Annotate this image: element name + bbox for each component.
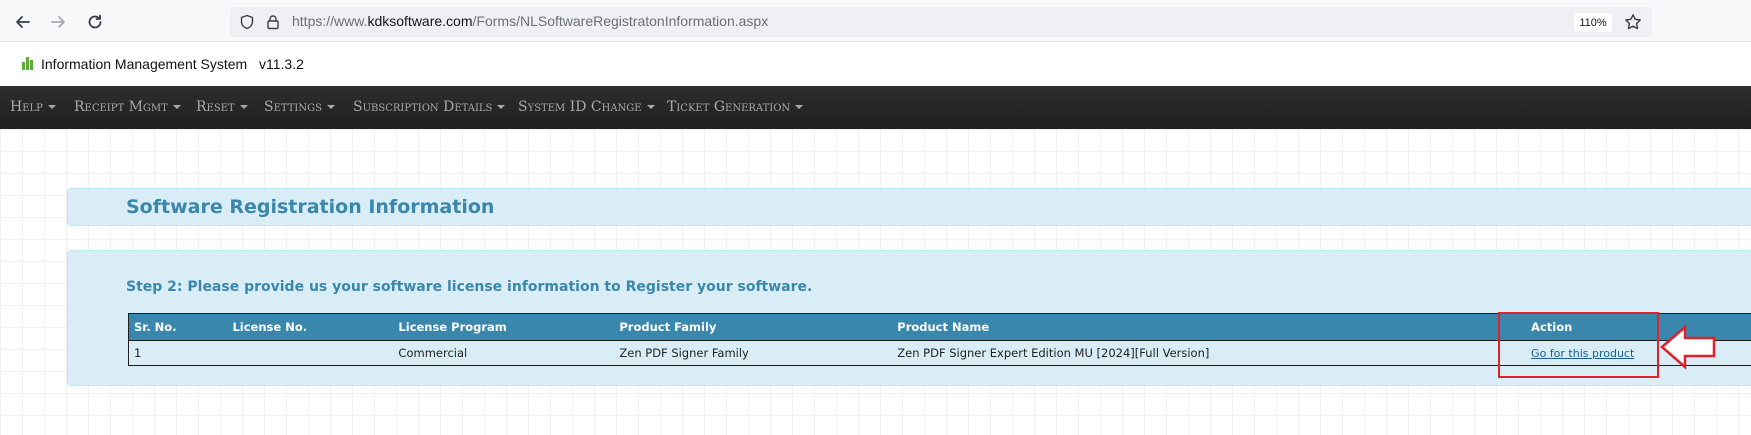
url-text[interactable]: https://www.kdksoftware.com/Forms/NLSoft… bbox=[292, 13, 768, 29]
menu-subscription-details-label: Subscription Details bbox=[353, 99, 493, 115]
cell-product-name: Zen PDF Signer Expert Edition MU [2024][… bbox=[892, 340, 1527, 366]
page-title: Software Registration Information bbox=[126, 196, 495, 218]
menu-receipt-mgmt[interactable]: Receipt Mgmt bbox=[74, 86, 181, 129]
menu-subscription-details[interactable]: Subscription Details bbox=[353, 86, 506, 129]
annotation-highlight-box bbox=[1498, 312, 1659, 378]
caret-down-icon bbox=[47, 105, 56, 109]
zoom-level-badge[interactable]: 110% bbox=[1574, 13, 1612, 32]
main-content: Software Registration Information Step 2… bbox=[0, 129, 1751, 435]
cell-sr-no: 1 bbox=[128, 340, 228, 366]
menu-ticket-generation-label: Ticket Generation bbox=[667, 99, 791, 115]
header-product-family: Product Family bbox=[614, 313, 893, 341]
header-license-no: License No. bbox=[227, 313, 394, 341]
app-title: Information Management System bbox=[41, 56, 248, 72]
caret-down-icon bbox=[172, 105, 181, 109]
url-path: /Forms/NLSoftwareRegistratonInformation.… bbox=[472, 13, 769, 29]
shield-icon[interactable] bbox=[238, 13, 256, 31]
menu-settings[interactable]: Settings bbox=[264, 86, 335, 129]
address-bar[interactable]: https://www.kdksoftware.com/Forms/NLSoft… bbox=[230, 7, 1652, 37]
app-version: v11.3.2 bbox=[259, 56, 304, 72]
menu-help[interactable]: Help bbox=[10, 86, 56, 129]
cell-license-program: Commercial bbox=[393, 340, 615, 366]
caret-down-icon bbox=[326, 105, 335, 109]
menu-system-id-change[interactable]: System ID Change bbox=[518, 86, 655, 129]
title-panel: Software Registration Information bbox=[67, 188, 1751, 226]
forward-arrow-icon[interactable] bbox=[45, 9, 71, 35]
browser-toolbar: https://www.kdksoftware.com/Forms/NLSoft… bbox=[0, 0, 1751, 42]
header-license-program: License Program bbox=[393, 313, 615, 341]
lock-icon[interactable] bbox=[264, 13, 282, 31]
caret-down-icon bbox=[646, 105, 655, 109]
step-instruction: Step 2: Please provide us your software … bbox=[126, 279, 813, 295]
main-menu-bar: Help Receipt Mgmt Reset Settings Subscri… bbox=[0, 86, 1751, 129]
menu-settings-label: Settings bbox=[264, 99, 322, 115]
header-sr-no: Sr. No. bbox=[128, 313, 228, 341]
menu-ticket-generation[interactable]: Ticket Generation bbox=[667, 86, 804, 129]
cell-license-no bbox=[227, 340, 394, 366]
bar-chart-logo-icon bbox=[22, 56, 36, 70]
cell-product-family: Zen PDF Signer Family bbox=[614, 340, 893, 366]
menu-receipt-mgmt-label: Receipt Mgmt bbox=[74, 99, 168, 115]
star-icon[interactable] bbox=[1622, 11, 1644, 33]
menu-reset[interactable]: Reset bbox=[196, 86, 248, 129]
header-product-name: Product Name bbox=[892, 313, 1527, 341]
url-prefix: https://www. bbox=[292, 13, 368, 29]
app-header: Information Management System v11.3.2 bbox=[0, 43, 1751, 86]
reload-icon[interactable] bbox=[82, 9, 108, 35]
caret-down-icon bbox=[795, 105, 804, 109]
back-arrow-icon[interactable] bbox=[10, 9, 36, 35]
menu-help-label: Help bbox=[10, 99, 43, 115]
annotation-arrow-icon bbox=[1660, 324, 1716, 370]
menu-system-id-change-label: System ID Change bbox=[518, 99, 642, 115]
caret-down-icon bbox=[497, 105, 506, 109]
url-domain: kdksoftware.com bbox=[367, 13, 473, 29]
caret-down-icon bbox=[239, 105, 248, 109]
menu-reset-label: Reset bbox=[196, 99, 235, 115]
